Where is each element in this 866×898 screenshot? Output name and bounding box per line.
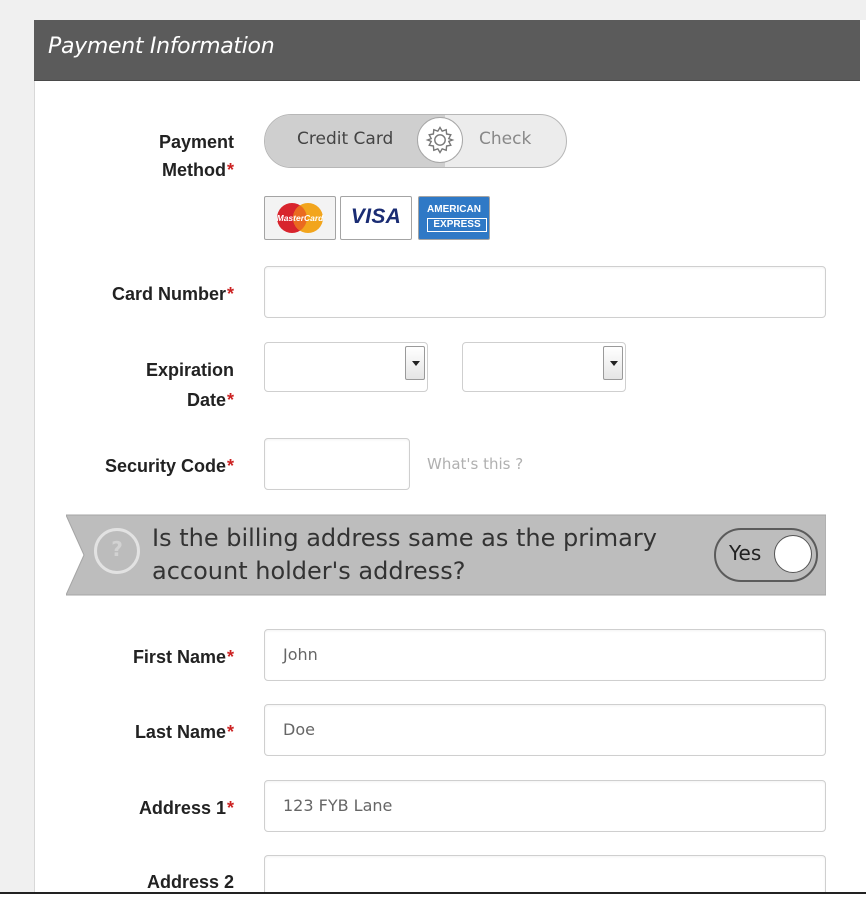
payment-method-label: Payment Method* [14,128,234,184]
required-marker: * [226,722,234,742]
question-mark: ? [111,537,123,561]
payment-method-option-check[interactable]: Check [479,129,531,149]
billing-same-question-line1: Is the billing address same as the prima… [152,524,657,552]
amex-text-line2: EXPRESS [427,218,487,232]
billing-same-banner: ? Is the billing address same as the pri… [66,514,826,596]
required-marker: * [226,456,234,476]
chevron-down-icon[interactable] [405,346,425,380]
mastercard-icon: MasterCard [264,196,336,240]
first-name-label: First Name* [14,643,234,671]
last-name-label: Last Name* [14,718,234,746]
required-marker: * [226,647,234,667]
billing-same-toggle-label: Yes [729,541,762,565]
amex-text-line1: AMERICAN [427,204,481,215]
required-marker: * [226,284,234,304]
expiration-date-label: Expiration Date* [14,355,234,415]
expiration-date-label-line1: Expiration [145,360,234,380]
payment-panel-header: Payment Information [34,20,860,81]
page-bottom-strip [0,894,866,898]
first-name-input[interactable]: John [264,629,826,681]
first-name-label-text: First Name [132,647,226,667]
billing-same-toggle[interactable]: Yes [714,528,818,582]
toggle-knob[interactable] [774,535,812,573]
last-name-input[interactable]: Doe [264,704,826,756]
payment-method-label-line1: Payment [158,132,234,152]
panel-title: Payment Information [48,34,275,59]
security-code-label-text: Security Code [104,456,226,476]
payment-method-toggle[interactable]: Credit Card Check [264,114,567,168]
question-icon[interactable]: ? [94,528,140,574]
mastercard-text: MasterCard [277,213,325,223]
required-marker: * [226,390,234,410]
security-code-help-link[interactable]: What's this ? [427,455,523,473]
chevron-down-icon[interactable] [603,346,623,380]
last-name-label-text: Last Name [134,722,226,742]
expiration-month-select[interactable] [264,342,428,392]
expiration-year-select[interactable] [462,342,626,392]
gear-icon[interactable] [417,117,463,163]
billing-same-question: Is the billing address same as the prima… [152,522,712,588]
visa-text: VISA [350,205,402,228]
billing-same-question-line2: account holder's address? [152,557,466,585]
payment-page: Payment Information Payment Method* Cred… [0,0,866,898]
visa-icon: VISA [340,196,412,240]
address-2-input[interactable] [264,855,826,892]
security-code-label: Security Code* [14,452,234,480]
required-marker: * [226,160,234,180]
card-number-label: Card Number* [14,280,234,308]
card-number-label-text: Card Number [111,284,226,304]
address-1-input[interactable]: 123 FYB Lane [264,780,826,832]
page-top-background [0,0,866,20]
address-2-label-text: Address 2 [146,872,234,892]
security-code-input[interactable] [264,438,410,490]
card-number-input[interactable] [264,266,826,318]
expiration-date-label-line2: Date [186,390,226,410]
address-1-label: Address 1* [14,794,234,822]
payment-method-option-credit-card[interactable]: Credit Card [297,129,393,149]
address-1-label-text: Address 1 [138,798,226,818]
amex-icon: AMERICAN EXPRESS [418,196,490,240]
required-marker: * [226,798,234,818]
payment-method-label-line2: Method [162,160,226,180]
